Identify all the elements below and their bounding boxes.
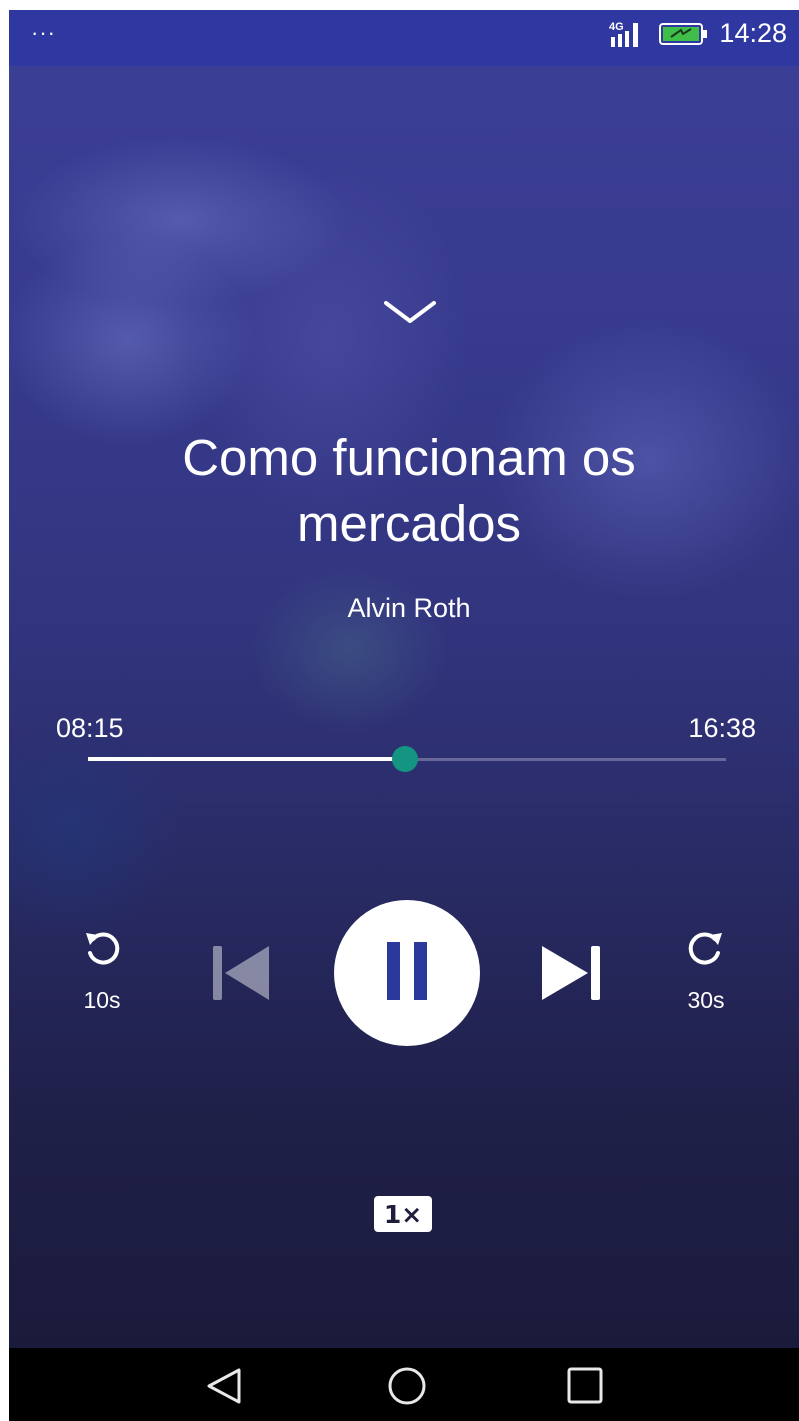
player-screen: ··· 4G 14:28 Como funcionam os mercados …: [9, 10, 799, 1421]
skip-next-icon: [540, 946, 604, 1008]
progress-bar[interactable]: [88, 746, 726, 772]
home-circle-icon[interactable]: [385, 1366, 429, 1411]
notification-dots: ···: [31, 20, 56, 45]
skip-previous-icon: [209, 946, 273, 1008]
system-nav-bar: [9, 1348, 799, 1421]
previous-button[interactable]: [209, 940, 273, 1004]
audio-author: Alvin Roth: [347, 593, 471, 623]
progress-thumb[interactable]: [392, 746, 419, 772]
status-icons: 4G 14:28: [609, 18, 787, 49]
forward-30-icon: [686, 929, 724, 974]
network-type-label: 4G: [609, 21, 624, 33]
playback-speed-button[interactable]: 1×: [374, 1196, 432, 1232]
recents-square-icon[interactable]: [563, 1366, 607, 1411]
battery-charging-icon: [659, 21, 709, 47]
time-elapsed: 08:15: [56, 713, 124, 743]
back-triangle-icon[interactable]: [203, 1366, 247, 1411]
clock: 14:28: [719, 18, 787, 48]
rewind-10s-button[interactable]: 10s: [71, 925, 133, 1025]
progress-fill: [88, 757, 406, 761]
forward-label: 30s: [687, 987, 725, 1013]
pause-icon: [385, 941, 429, 1005]
next-button[interactable]: [540, 940, 604, 1004]
pause-button[interactable]: [334, 900, 480, 1046]
signal-icon: 4G: [609, 19, 649, 49]
rewind-10-icon: [84, 929, 122, 974]
status-bar: ··· 4G 14:28: [9, 10, 799, 66]
time-total: 16:38: [688, 713, 756, 743]
chevron-down-icon[interactable]: [382, 295, 438, 327]
rewind-label: 10s: [83, 987, 121, 1013]
audio-title: Como funcionam os mercados: [182, 429, 636, 552]
forward-30s-button[interactable]: 30s: [675, 925, 737, 1025]
playback-speed-label: 1×: [383, 1199, 423, 1229]
